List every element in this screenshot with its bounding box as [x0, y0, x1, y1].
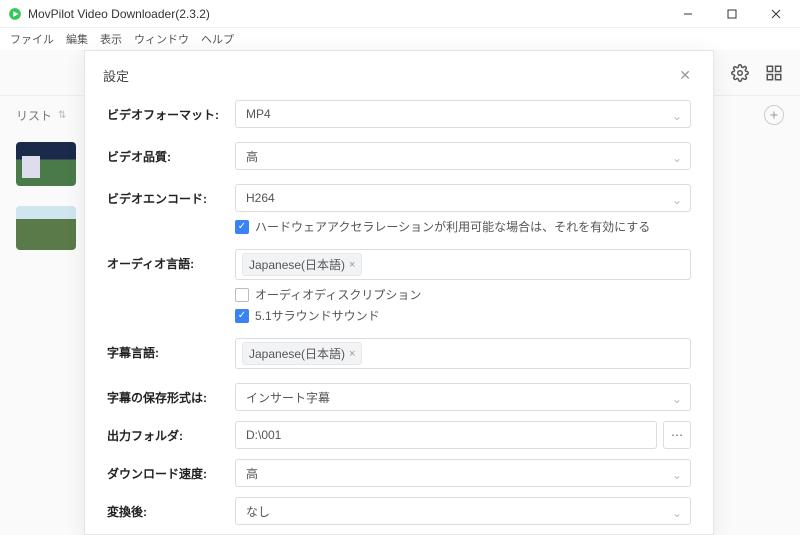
select-video-encode[interactable]: H264 ⌄: [235, 184, 691, 212]
label-video-quality: ビデオ品質:: [107, 142, 235, 165]
select-subtitle-save[interactable]: インサート字幕 ⌄: [235, 383, 691, 411]
settings-modal: 設定 ✕ ビデオフォーマット: MP4 ⌄ ビデオ品質: 高 ⌄: [84, 50, 714, 535]
select-download-speed-value: 高: [246, 465, 258, 482]
select-video-quality[interactable]: 高 ⌄: [235, 142, 691, 170]
label-download-speed: ダウンロード速度:: [107, 459, 235, 482]
input-audio-lang[interactable]: Japanese(日本語) ×: [235, 249, 691, 280]
tag-subtitle-lang-text: Japanese(日本語): [249, 345, 345, 362]
select-subtitle-save-value: インサート字幕: [246, 389, 330, 406]
modal-close-icon[interactable]: ✕: [675, 63, 695, 88]
label-subtitle-save: 字幕の保存形式は:: [107, 383, 235, 406]
checkbox-surround[interactable]: ✓ 5.1サラウンドサウンド: [235, 307, 691, 324]
chevron-down-icon: ⌄: [672, 392, 682, 406]
list-item[interactable]: [16, 206, 76, 250]
menu-window[interactable]: ウィンドウ: [132, 29, 191, 49]
label-output-folder: 出力フォルダ:: [107, 421, 235, 444]
tag-remove-icon[interactable]: ×: [349, 348, 355, 360]
grid-view-icon[interactable]: [764, 63, 784, 83]
title-bar: MovPilot Video Downloader(2.3.2): [0, 0, 800, 28]
menu-view[interactable]: 表示: [98, 29, 124, 49]
select-after-convert[interactable]: なし ⌄: [235, 497, 691, 525]
select-download-speed[interactable]: 高 ⌄: [235, 459, 691, 487]
checkbox-icon: [235, 288, 249, 302]
sort-icon[interactable]: ⇅: [58, 110, 66, 121]
tag-subtitle-lang[interactable]: Japanese(日本語) ×: [242, 342, 362, 365]
label-subtitle-lang: 字幕言語:: [107, 338, 235, 361]
select-video-quality-value: 高: [246, 148, 258, 165]
window-title: MovPilot Video Downloader(2.3.2): [28, 7, 210, 21]
checkbox-audio-description[interactable]: オーディオディスクリプション: [235, 286, 691, 303]
menu-edit[interactable]: 編集: [64, 29, 90, 49]
checkbox-icon: ✓: [235, 220, 249, 234]
select-after-convert-value: なし: [246, 503, 270, 520]
chevron-down-icon: ⌄: [672, 109, 682, 123]
settings-icon[interactable]: [730, 63, 750, 83]
menu-help[interactable]: ヘルプ: [199, 29, 236, 49]
chevron-down-icon: ⌄: [672, 151, 682, 165]
select-video-encode-value: H264: [246, 191, 275, 205]
select-video-format[interactable]: MP4 ⌄: [235, 100, 691, 128]
label-video-encode: ビデオエンコード:: [107, 184, 235, 207]
tag-audio-lang[interactable]: Japanese(日本語) ×: [242, 253, 362, 276]
input-output-folder[interactable]: D:\001: [235, 421, 657, 449]
checkbox-surround-label: 5.1サラウンドサウンド: [255, 307, 380, 324]
list-item[interactable]: [16, 142, 76, 186]
chevron-down-icon: ⌄: [672, 468, 682, 482]
add-round-button[interactable]: [764, 105, 784, 125]
menu-file[interactable]: ファイル: [8, 29, 56, 49]
checkbox-icon: ✓: [235, 309, 249, 323]
chevron-down-icon: ⌄: [672, 506, 682, 520]
minimize-button[interactable]: [666, 0, 710, 28]
maximize-button[interactable]: [710, 0, 754, 28]
input-subtitle-lang[interactable]: Japanese(日本語) ×: [235, 338, 691, 369]
app-logo-icon: [8, 7, 22, 21]
label-video-format: ビデオフォーマット:: [107, 100, 235, 123]
close-button[interactable]: [754, 0, 798, 28]
label-audio-lang: オーディオ言語:: [107, 249, 235, 272]
input-output-folder-value: D:\001: [246, 428, 281, 442]
list-label: リスト: [16, 107, 52, 124]
chevron-down-icon: ⌄: [672, 193, 682, 207]
tag-audio-lang-text: Japanese(日本語): [249, 256, 345, 273]
browse-folder-button[interactable]: ⋯: [663, 421, 691, 449]
checkbox-audio-description-label: オーディオディスクリプション: [255, 286, 421, 303]
tag-remove-icon[interactable]: ×: [349, 259, 355, 271]
checkbox-hw-accel-label: ハードウェアアクセラレーションが利用可能な場合は、それを有効にする: [255, 218, 650, 235]
select-video-format-value: MP4: [246, 107, 271, 121]
menu-bar: ファイル 編集 表示 ウィンドウ ヘルプ: [0, 28, 800, 50]
label-after-convert: 変換後:: [107, 497, 235, 520]
modal-title: 設定: [103, 66, 129, 85]
checkbox-hw-accel[interactable]: ✓ ハードウェアアクセラレーションが利用可能な場合は、それを有効にする: [235, 218, 691, 235]
app-body: リスト ⇅ 設定 ✕ ビデオフォーマット: MP4 ⌄: [0, 50, 800, 535]
